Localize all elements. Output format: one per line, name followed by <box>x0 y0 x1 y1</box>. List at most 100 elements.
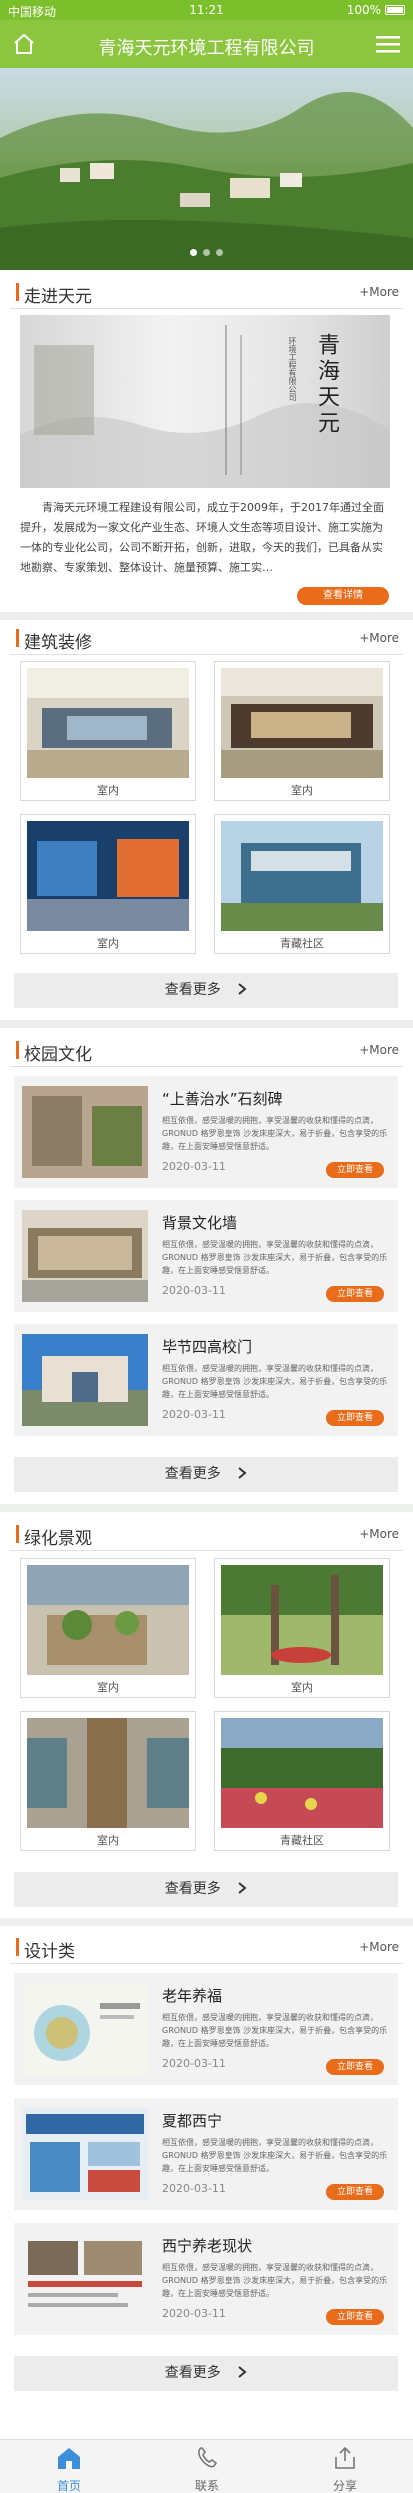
banner-image <box>0 92 413 270</box>
more-link[interactable]: +More <box>359 285 399 299</box>
card-image <box>27 668 189 778</box>
menu-icon[interactable] <box>375 32 401 56</box>
hero-banner[interactable] <box>0 68 413 270</box>
item-description: 相互依偎，感受温暖的拥抱，享受温馨的收获和懂得的点滴，GRONUD 格罗恩皇饰 … <box>162 2263 388 2298</box>
item-title: 背景文化墙 <box>162 1214 238 1232</box>
item-date: 2020-03-11 <box>162 1160 226 1173</box>
view-detail-button[interactable]: 查看详情 <box>297 587 389 605</box>
card-image <box>27 1565 189 1675</box>
list-item[interactable]: “上善治水”石刻碑 相互依偎，感受温暖的拥抱，享受温馨的收获和懂得的点滴，GRO… <box>14 1076 398 1188</box>
item-title: 毕节四高校门 <box>162 1338 253 1356</box>
gallery-card[interactable]: 室内 <box>214 1558 390 1698</box>
section-title: 走进天元 <box>24 287 92 307</box>
gallery-card[interactable]: 室内 <box>20 814 196 954</box>
item-image <box>22 2108 148 2200</box>
chevron-right-icon <box>238 2366 247 2378</box>
card-caption: 青藏社区 <box>280 1834 324 1847</box>
nav-label: 首页 <box>56 2479 81 2493</box>
view-now-button[interactable]: 立即查看 <box>326 1286 384 1302</box>
item-image <box>22 1983 148 2075</box>
section-title: 设计类 <box>24 1942 75 1962</box>
item-date: 2020-03-11 <box>162 1408 226 1421</box>
card-caption: 青藏社区 <box>280 937 324 950</box>
item-description: 相互依偎，感受温暖的拥抱，享受温馨的收获和懂得的点滴，GRONUD 格罗恩皇饰 … <box>162 2138 388 2173</box>
battery-indicator: 100% <box>347 3 405 17</box>
card-caption: 室内 <box>97 937 119 950</box>
calligraphy-subtext: 环境工程有限公司 <box>288 337 297 401</box>
card-image <box>221 1565 383 1675</box>
item-date: 2020-03-11 <box>162 2057 226 2070</box>
view-now-button[interactable]: 立即查看 <box>326 1410 384 1426</box>
gallery-card[interactable]: 室内 <box>20 1558 196 1698</box>
section-header-campus: 校园文化 +More <box>0 1032 413 1068</box>
page-title: 青海天元环境工程有限公司 <box>98 38 315 59</box>
gallery-card[interactable]: 室内 <box>20 1711 196 1851</box>
battery-icon <box>385 5 405 15</box>
more-link[interactable]: +More <box>359 1527 399 1541</box>
card-image <box>221 821 383 931</box>
nav-home[interactable]: 首页 <box>0 2440 138 2493</box>
view-now-button[interactable]: 立即查看 <box>326 2309 384 2325</box>
chevron-right-icon <box>238 1882 247 1894</box>
item-image <box>22 1086 148 1178</box>
banner-pagination[interactable] <box>0 241 413 260</box>
card-image <box>221 1718 383 1828</box>
section-header-about: 走进天元 +More <box>0 274 413 310</box>
item-image <box>22 2233 148 2325</box>
item-title: 老年养福 <box>162 1987 223 2005</box>
item-date: 2020-03-11 <box>162 1284 226 1297</box>
item-image <box>22 1210 148 1302</box>
item-date: 2020-03-11 <box>162 2182 226 2195</box>
gallery-card[interactable]: 青藏社区 <box>214 814 390 954</box>
gallery-card[interactable]: 室内 <box>214 661 390 801</box>
calligraphy-text: 青海天元 <box>314 333 339 437</box>
card-image <box>27 821 189 931</box>
item-description: 相互依偎，感受温暖的拥抱，享受温馨的收获和懂得的点滴，GRONUD 格罗恩皇饰 … <box>162 1364 388 1399</box>
item-description: 相互依偎，感受温暖的拥抱，享受温馨的收获和懂得的点滴，GRONUD 格罗恩皇饰 … <box>162 2013 388 2048</box>
card-caption: 室内 <box>97 1681 119 1694</box>
item-description: 相互依偎，感受温暖的拥抱，享受温馨的收获和懂得的点滴，GRONUD 格罗恩皇饰 … <box>162 1240 388 1275</box>
nav-share[interactable]: 分享 <box>276 2440 413 2493</box>
view-more-button[interactable]: 查看更多 <box>14 973 398 1008</box>
section-header-architecture: 建筑装修 +More <box>0 620 413 656</box>
list-item[interactable]: 毕节四高校门 相互依偎，感受温暖的拥抱，享受温馨的收获和懂得的点滴，GRONUD… <box>14 1324 398 1436</box>
card-caption: 室内 <box>97 1834 119 1847</box>
view-more-button[interactable]: 查看更多 <box>14 1872 398 1907</box>
more-link[interactable]: +More <box>359 631 399 645</box>
home-icon <box>58 2448 80 2469</box>
list-item[interactable]: 夏都西宁 相互依偎，感受温暖的拥抱，享受温馨的收获和懂得的点滴，GRONUD 格… <box>14 2098 398 2210</box>
more-link[interactable]: +More <box>359 1940 399 1954</box>
section-title: 绿化景观 <box>24 1529 92 1549</box>
list-item[interactable]: 背景文化墙 相互依偎，感受温暖的拥抱，享受温馨的收获和懂得的点滴，GRONUD … <box>14 1200 398 1312</box>
card-caption: 室内 <box>97 784 119 797</box>
item-date: 2020-03-11 <box>162 2307 226 2320</box>
section-title: 校园文化 <box>24 1045 92 1065</box>
more-link[interactable]: +More <box>359 1043 399 1057</box>
section-header-greenery: 绿化景观 +More <box>0 1516 413 1552</box>
about-image: 青海天元 环境工程有限公司 <box>20 315 390 488</box>
list-item[interactable]: 西宁养老现状 相互依偎，感受温暖的拥抱，享受温馨的收获和懂得的点滴，GRONUD… <box>14 2223 398 2335</box>
nav-label: 分享 <box>332 2479 357 2493</box>
gallery-card[interactable]: 室内 <box>20 661 196 801</box>
list-item[interactable]: 老年养福 相互依偎，感受温暖的拥抱，享受温馨的收获和懂得的点滴，GRONUD 格… <box>14 1973 398 2085</box>
gallery-card[interactable]: 青藏社区 <box>214 1711 390 1851</box>
card-caption: 室内 <box>291 1681 313 1694</box>
view-more-button[interactable]: 查看更多 <box>14 2356 398 2391</box>
item-title: “上善治水”石刻碑 <box>162 1090 283 1108</box>
view-now-button[interactable]: 立即查看 <box>326 1162 384 1178</box>
nav-label: 联系 <box>194 2479 219 2493</box>
share-icon <box>335 2446 355 2469</box>
chevron-right-icon <box>238 1467 247 1479</box>
section-header-design: 设计类 +More <box>0 1929 413 1965</box>
about-text: 青海天元环境工程建设有限公司，成立于2009年，于2017年通过全面提升，发展成… <box>20 501 384 574</box>
chevron-right-icon <box>238 983 247 995</box>
view-now-button[interactable]: 立即查看 <box>326 2059 384 2075</box>
card-caption: 室内 <box>291 784 313 797</box>
item-title: 西宁养老现状 <box>162 2237 253 2255</box>
item-title: 夏都西宁 <box>162 2112 223 2130</box>
view-now-button[interactable]: 立即查看 <box>326 2184 384 2200</box>
nav-contact[interactable]: 联系 <box>138 2440 276 2493</box>
bottom-navigation: 首页 联系 分享 <box>0 2439 413 2493</box>
view-more-button[interactable]: 查看更多 <box>14 1457 398 1492</box>
status-bar: 中国移动 11:21 100% <box>0 0 413 20</box>
